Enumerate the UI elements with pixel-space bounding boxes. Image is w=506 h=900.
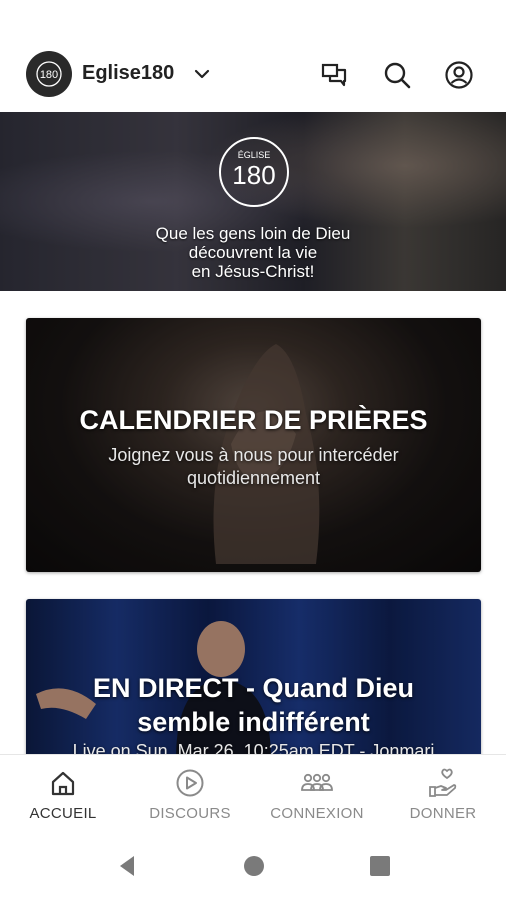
eglise180-logo-icon: ÉGLISE 180 [219,137,289,207]
hero-tagline-line: en Jésus-Christ! [191,262,315,281]
nav-discours[interactable]: DISCOURS [127,755,253,831]
live-stream-card[interactable]: EN DIRECT - Quand Dieu semble indifféren… [26,599,481,759]
church-name[interactable]: Eglise180 [82,62,174,85]
nav-connexion[interactable]: CONNEXION [254,755,380,831]
hero-tagline-line: découvrent la vie [188,243,318,262]
nav-label: DONNER [409,805,477,822]
chevron-down-icon[interactable] [192,64,212,84]
home-icon [51,771,75,796]
play-circle-icon [176,769,204,797]
chat-icon [321,63,347,87]
card-subtitle-line: Joignez vous à nous pour intercéder [108,445,399,465]
people-icon [301,773,333,791]
app-bar: 180 Eglise180 [0,44,506,106]
search-button[interactable] [379,57,415,93]
card-title-line: semble indifférent [137,707,370,737]
hero-tagline: Que les gens loin de Dieu découvrent la … [0,224,506,281]
back-icon[interactable] [116,854,138,878]
hero-banner[interactable]: ÉGLISE 180 Que les gens loin de Dieu déc… [0,112,506,291]
nav-label: ACCUEIL [29,805,97,822]
church-logo-icon: 180 [28,53,70,95]
nav-accueil[interactable]: ACCUEIL [0,755,126,831]
recents-icon[interactable] [369,854,391,878]
church-logo[interactable]: 180 [26,51,72,97]
home-circle-icon[interactable] [243,854,265,878]
hero-tagline-line: Que les gens loin de Dieu [155,224,351,243]
search-icon [384,62,411,89]
prayer-calendar-card[interactable]: CALENDRIER DE PRIÈRES Joignez vous à nou… [26,318,481,572]
bottom-nav: ACCUEIL DISCOURS CONNEXION DONNER [0,754,506,831]
card-title-line: EN DIRECT - Quand Dieu [92,673,414,703]
card-title: EN DIRECT - Quand Dieu semble indifféren… [26,671,481,739]
svg-text:180: 180 [40,69,58,81]
account-button[interactable] [441,57,477,93]
nav-donner[interactable]: DONNER [380,755,506,831]
svg-text:180: 180 [232,160,275,190]
svg-text:ÉGLISE: ÉGLISE [238,150,271,160]
account-icon [445,61,473,89]
give-heart-icon [429,768,457,797]
nav-label: DISCOURS [149,805,231,822]
card-title: CALENDRIER DE PRIÈRES [79,405,428,435]
system-nav-bar [0,830,506,900]
nav-label: CONNEXION [270,805,364,822]
card-subtitle-line: quotidiennement [186,468,321,488]
chat-button[interactable] [316,57,352,93]
card-subtitle: Joignez vous à nous pour intercéder quot… [26,444,481,490]
